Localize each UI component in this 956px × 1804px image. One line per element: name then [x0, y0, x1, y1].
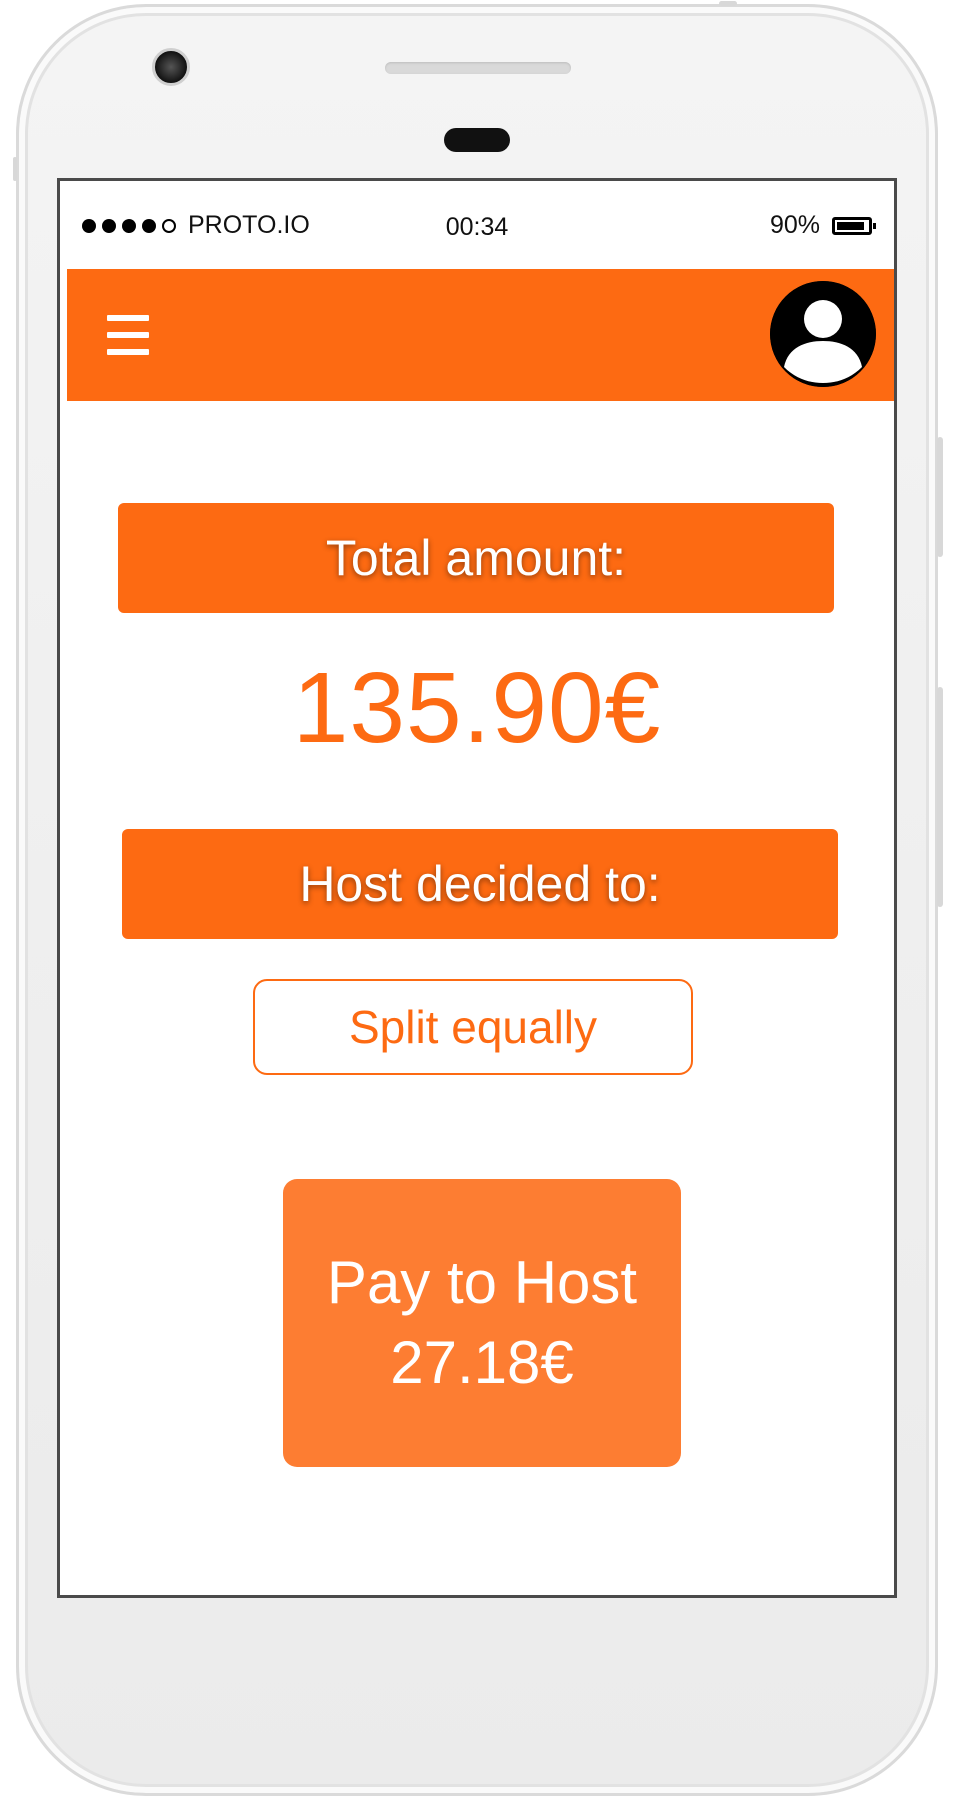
pay-to-host-button[interactable]: Pay to Host 27.18€	[283, 1179, 681, 1467]
volume-button	[937, 687, 943, 907]
status-bar: PROTO.IO 00:34 90%	[60, 181, 894, 267]
total-amount-label: Total amount:	[118, 503, 834, 613]
total-amount-value: 135.90€	[292, 652, 662, 764]
pay-button-amount: 27.18€	[390, 1329, 574, 1396]
battery-indicator: 90%	[769, 211, 876, 240]
proximity-sensor	[444, 128, 510, 152]
split-option-box: Split equally	[253, 979, 693, 1075]
battery-percent: 90%	[769, 211, 820, 239]
phone-screen: PROTO.IO 00:34 90% Total amount: 135.90€…	[57, 178, 897, 1598]
battery-fill	[837, 221, 864, 230]
earpiece-speaker	[385, 62, 571, 74]
host-decision-label: Host decided to:	[122, 829, 838, 939]
left-side-button	[13, 157, 17, 181]
top-notch-button	[719, 1, 737, 6]
hamburger-menu-icon[interactable]	[107, 315, 149, 355]
pay-button-label: Pay to Host	[326, 1249, 638, 1316]
app-bar	[67, 269, 894, 401]
status-time: 00:34	[445, 213, 509, 241]
front-camera-icon	[152, 48, 190, 86]
power-button	[937, 437, 943, 557]
user-avatar-icon[interactable]	[770, 281, 876, 387]
battery-icon	[832, 216, 876, 235]
